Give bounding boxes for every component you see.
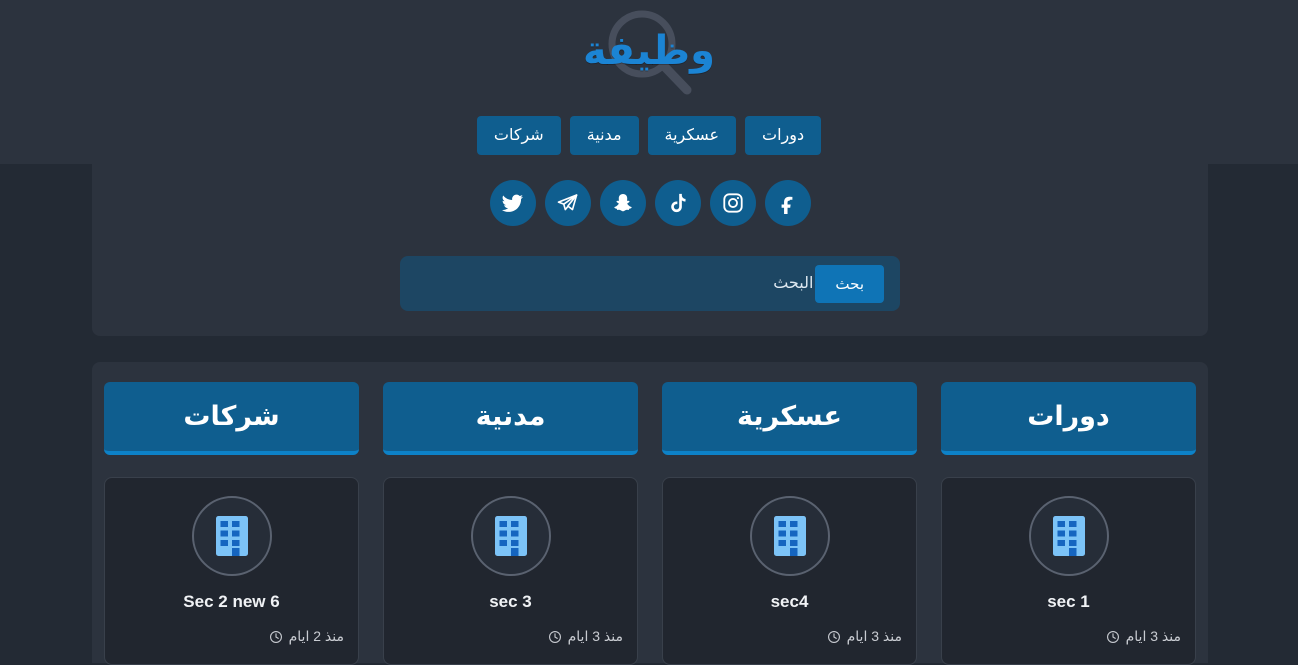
building-icon bbox=[215, 516, 248, 556]
telegram-icon bbox=[557, 193, 578, 210]
card-meta: منذ 3 ايام bbox=[398, 628, 623, 645]
category-header-companies[interactable]: شركات bbox=[104, 382, 359, 455]
nav-item-military[interactable]: عسكرية bbox=[647, 116, 737, 155]
social-links bbox=[92, 180, 1208, 226]
search-button[interactable]: بحث bbox=[815, 264, 884, 303]
logo-text: وظيفة bbox=[583, 29, 715, 73]
card-meta: منذ 3 ايام bbox=[956, 628, 1181, 645]
search-bar: بحث bbox=[400, 255, 900, 312]
categories-panel: دورات sec 1 منذ 3 ايام عسكرية sec4 منذ 3… bbox=[92, 362, 1208, 665]
category-header-label: شركات bbox=[183, 401, 280, 431]
card-title: sec 3 bbox=[489, 592, 532, 611]
facebook-icon bbox=[781, 196, 792, 214]
category-column-civil: مدنية sec 3 منذ 3 ايام bbox=[383, 382, 638, 665]
tiktok-icon bbox=[670, 193, 686, 213]
clock-icon bbox=[269, 630, 282, 643]
building-icon bbox=[494, 516, 527, 556]
clock-icon bbox=[1106, 630, 1119, 643]
nav-item-courses[interactable]: دورات bbox=[745, 116, 822, 155]
nav-item-companies[interactable]: شركات bbox=[476, 116, 561, 155]
site-header: وظيفة دورات عسكرية مدنية شركات bbox=[0, 0, 1298, 164]
social-link-snapchat[interactable] bbox=[599, 180, 646, 226]
card-icon-circle bbox=[470, 496, 551, 576]
card-time-text: منذ 2 ايام bbox=[288, 628, 344, 644]
social-link-telegram[interactable] bbox=[544, 180, 591, 226]
categories-grid: دورات sec 1 منذ 3 ايام عسكرية sec4 منذ 3… bbox=[104, 382, 1196, 665]
clock-icon bbox=[548, 630, 561, 643]
job-card[interactable]: Sec 2 new 6 منذ 2 ايام bbox=[104, 477, 359, 665]
social-link-facebook[interactable] bbox=[764, 180, 811, 226]
clock-icon bbox=[827, 630, 840, 643]
social-link-instagram[interactable] bbox=[709, 180, 756, 226]
category-column-companies: شركات Sec 2 new 6 منذ 2 ايام bbox=[104, 382, 359, 665]
building-icon bbox=[1052, 516, 1085, 556]
search-panel: بحث bbox=[92, 164, 1208, 336]
card-icon-circle bbox=[1028, 496, 1109, 576]
job-card[interactable]: sec 1 منذ 3 ايام bbox=[941, 477, 1196, 665]
social-link-twitter[interactable] bbox=[489, 180, 536, 226]
nav-item-civil[interactable]: مدنية bbox=[569, 116, 639, 155]
twitter-icon bbox=[501, 194, 524, 212]
building-icon bbox=[773, 516, 806, 556]
site-logo[interactable]: وظيفة bbox=[569, 2, 729, 100]
category-header-label: مدنية bbox=[475, 401, 546, 431]
job-card[interactable]: sec4 منذ 3 ايام bbox=[662, 477, 917, 665]
snapchat-icon bbox=[613, 194, 632, 212]
card-title: sec 1 bbox=[1047, 592, 1090, 611]
card-icon-circle bbox=[191, 496, 272, 576]
job-card[interactable]: sec 3 منذ 3 ايام bbox=[383, 477, 638, 665]
card-title: Sec 2 new 6 bbox=[183, 592, 280, 611]
card-icon-circle bbox=[749, 496, 830, 576]
card-time-text: منذ 3 ايام bbox=[1125, 628, 1181, 644]
category-header-civil[interactable]: مدنية bbox=[383, 382, 638, 455]
card-title: sec4 bbox=[770, 592, 809, 611]
category-column-military: عسكرية sec4 منذ 3 ايام bbox=[662, 382, 917, 665]
main-nav: دورات عسكرية مدنية شركات bbox=[0, 116, 1298, 155]
category-column-courses: دورات sec 1 منذ 3 ايام bbox=[941, 382, 1196, 665]
category-header-label: عسكرية bbox=[737, 401, 842, 431]
card-meta: منذ 3 ايام bbox=[677, 628, 902, 645]
category-header-courses[interactable]: دورات bbox=[941, 382, 1196, 455]
category-header-military[interactable]: عسكرية bbox=[662, 382, 917, 455]
instagram-icon bbox=[722, 193, 743, 213]
card-meta: منذ 2 ايام bbox=[119, 628, 344, 645]
card-time-text: منذ 3 ايام bbox=[846, 628, 902, 644]
card-time-text: منذ 3 ايام bbox=[567, 628, 623, 644]
social-link-tiktok[interactable] bbox=[654, 180, 701, 226]
category-header-label: دورات bbox=[1027, 401, 1110, 431]
search-input[interactable] bbox=[416, 255, 816, 312]
